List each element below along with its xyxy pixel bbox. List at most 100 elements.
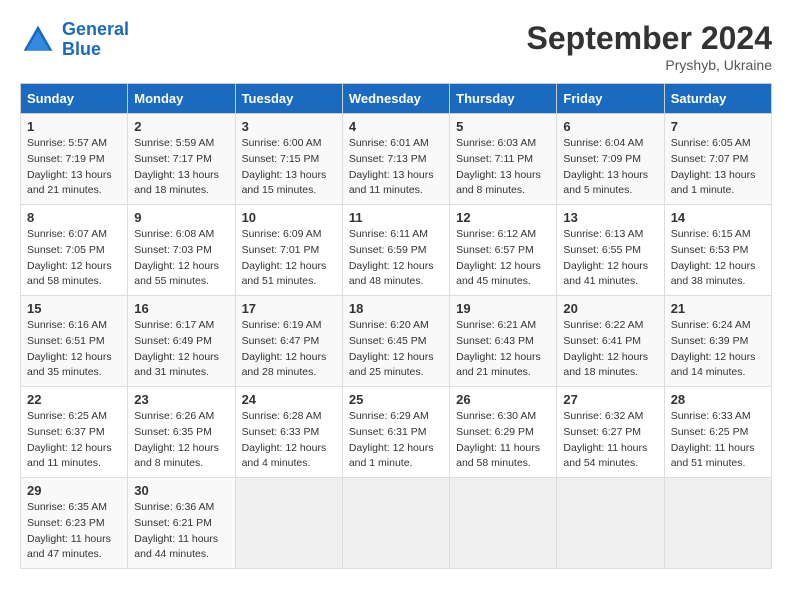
cell-content: Sunrise: 5:57 AMSunset: 7:19 PMDaylight:… bbox=[27, 136, 121, 199]
calendar-cell: 11Sunrise: 6:11 AMSunset: 6:59 PMDayligh… bbox=[342, 205, 449, 296]
day-number: 29 bbox=[27, 483, 121, 498]
logo-line2: Blue bbox=[62, 39, 101, 59]
page-header: General Blue September 2024 Pryshyb, Ukr… bbox=[20, 20, 772, 73]
day-number: 9 bbox=[134, 210, 228, 225]
cell-content: Sunrise: 6:07 AMSunset: 7:05 PMDaylight:… bbox=[27, 227, 121, 290]
cell-content: Sunrise: 6:36 AMSunset: 6:21 PMDaylight:… bbox=[134, 500, 228, 563]
cell-content: Sunrise: 6:12 AMSunset: 6:57 PMDaylight:… bbox=[456, 227, 550, 290]
calendar-cell: 17 Sunrise: 6:19 AMSunset: 6:47 PMDayligh… bbox=[235, 296, 342, 387]
calendar-cell: 19 Sunrise: 6:21 AMSunset: 6:43 PMDayligh… bbox=[450, 296, 557, 387]
calendar-cell: 21 Sunrise: 6:24 AMSunset: 6:39 PMDayligh… bbox=[664, 296, 771, 387]
day-number: 6 bbox=[563, 119, 657, 134]
calendar-cell: 14 Sunrise: 6:15 AMSunset: 6:53 PMDayligh… bbox=[664, 205, 771, 296]
calendar-cell bbox=[342, 478, 449, 569]
calendar-week-5: 29 Sunrise: 6:35 AMSunset: 6:23 PMDayligh… bbox=[21, 478, 772, 569]
calendar-cell: 1 Sunrise: 5:57 AMSunset: 7:19 PMDaylight… bbox=[21, 114, 128, 205]
calendar-cell: 3 Sunrise: 6:00 AMSunset: 7:15 PMDaylight… bbox=[235, 114, 342, 205]
calendar-week-4: 22 Sunrise: 6:25 AMSunset: 6:37 PMDayligh… bbox=[21, 387, 772, 478]
day-number: 1 bbox=[27, 119, 121, 134]
calendar-cell: 2 Sunrise: 5:59 AMSunset: 7:17 PMDaylight… bbox=[128, 114, 235, 205]
day-number: 14 bbox=[671, 210, 765, 225]
cell-content: Sunrise: 6:24 AMSunset: 6:39 PMDaylight:… bbox=[671, 318, 765, 381]
day-number: 26 bbox=[456, 392, 550, 407]
cell-content: Sunrise: 6:30 AMSunset: 6:29 PMDaylight:… bbox=[456, 409, 550, 472]
calendar-cell: 8Sunrise: 6:07 AMSunset: 7:05 PMDaylight… bbox=[21, 205, 128, 296]
cell-content: Sunrise: 6:16 AMSunset: 6:51 PMDaylight:… bbox=[27, 318, 121, 381]
day-header-tuesday: Tuesday bbox=[235, 84, 342, 114]
calendar-cell bbox=[557, 478, 664, 569]
calendar-body: 1 Sunrise: 5:57 AMSunset: 7:19 PMDaylight… bbox=[21, 114, 772, 569]
cell-content: Sunrise: 6:17 AMSunset: 6:49 PMDaylight:… bbox=[134, 318, 228, 381]
calendar-week-2: 8Sunrise: 6:07 AMSunset: 7:05 PMDaylight… bbox=[21, 205, 772, 296]
day-header-wednesday: Wednesday bbox=[342, 84, 449, 114]
cell-content: Sunrise: 6:11 AMSunset: 6:59 PMDaylight:… bbox=[349, 227, 443, 290]
calendar-cell: 28Sunrise: 6:33 AMSunset: 6:25 PMDayligh… bbox=[664, 387, 771, 478]
day-number: 23 bbox=[134, 392, 228, 407]
day-number: 15 bbox=[27, 301, 121, 316]
cell-content: Sunrise: 6:19 AMSunset: 6:47 PMDaylight:… bbox=[242, 318, 336, 381]
day-number: 3 bbox=[242, 119, 336, 134]
cell-content: Sunrise: 6:22 AMSunset: 6:41 PMDaylight:… bbox=[563, 318, 657, 381]
cell-content: Sunrise: 6:15 AMSunset: 6:53 PMDaylight:… bbox=[671, 227, 765, 290]
calendar-header: SundayMondayTuesdayWednesdayThursdayFrid… bbox=[21, 84, 772, 114]
calendar-cell: 20Sunrise: 6:22 AMSunset: 6:41 PMDayligh… bbox=[557, 296, 664, 387]
calendar-cell bbox=[664, 478, 771, 569]
cell-content: Sunrise: 5:59 AMSunset: 7:17 PMDaylight:… bbox=[134, 136, 228, 199]
calendar-cell: 7 Sunrise: 6:05 AMSunset: 7:07 PMDaylight… bbox=[664, 114, 771, 205]
cell-content: Sunrise: 6:09 AMSunset: 7:01 PMDaylight:… bbox=[242, 227, 336, 290]
day-number: 24 bbox=[242, 392, 336, 407]
calendar-cell: 9 Sunrise: 6:08 AMSunset: 7:03 PMDaylight… bbox=[128, 205, 235, 296]
header-row: SundayMondayTuesdayWednesdayThursdayFrid… bbox=[21, 84, 772, 114]
calendar-week-3: 15 Sunrise: 6:16 AMSunset: 6:51 PMDayligh… bbox=[21, 296, 772, 387]
day-number: 18 bbox=[349, 301, 443, 316]
day-number: 25 bbox=[349, 392, 443, 407]
calendar-cell: 25 Sunrise: 6:29 AMSunset: 6:31 PMDayligh… bbox=[342, 387, 449, 478]
cell-content: Sunrise: 6:26 AMSunset: 6:35 PMDaylight:… bbox=[134, 409, 228, 472]
calendar-cell: 29 Sunrise: 6:35 AMSunset: 6:23 PMDayligh… bbox=[21, 478, 128, 569]
calendar-cell: 5 Sunrise: 6:03 AMSunset: 7:11 PMDaylight… bbox=[450, 114, 557, 205]
calendar-cell: 18Sunrise: 6:20 AMSunset: 6:45 PMDayligh… bbox=[342, 296, 449, 387]
logo-icon bbox=[20, 22, 56, 58]
day-number: 4 bbox=[349, 119, 443, 134]
day-number: 21 bbox=[671, 301, 765, 316]
day-number: 12 bbox=[456, 210, 550, 225]
calendar-cell bbox=[235, 478, 342, 569]
calendar-cell: 30Sunrise: 6:36 AMSunset: 6:21 PMDayligh… bbox=[128, 478, 235, 569]
day-number: 17 bbox=[242, 301, 336, 316]
location-subtitle: Pryshyb, Ukraine bbox=[527, 57, 772, 73]
cell-content: Sunrise: 6:28 AMSunset: 6:33 PMDaylight:… bbox=[242, 409, 336, 472]
calendar-cell: 10 Sunrise: 6:09 AMSunset: 7:01 PMDayligh… bbox=[235, 205, 342, 296]
cell-content: Sunrise: 6:00 AMSunset: 7:15 PMDaylight:… bbox=[242, 136, 336, 199]
day-header-friday: Friday bbox=[557, 84, 664, 114]
cell-content: Sunrise: 6:05 AMSunset: 7:07 PMDaylight:… bbox=[671, 136, 765, 199]
cell-content: Sunrise: 6:25 AMSunset: 6:37 PMDaylight:… bbox=[27, 409, 121, 472]
calendar-cell: 12 Sunrise: 6:12 AMSunset: 6:57 PMDayligh… bbox=[450, 205, 557, 296]
calendar-cell: 22 Sunrise: 6:25 AMSunset: 6:37 PMDayligh… bbox=[21, 387, 128, 478]
calendar-cell: 24 Sunrise: 6:28 AMSunset: 6:33 PMDayligh… bbox=[235, 387, 342, 478]
calendar-cell: 4 Sunrise: 6:01 AMSunset: 7:13 PMDaylight… bbox=[342, 114, 449, 205]
calendar-cell: 16Sunrise: 6:17 AMSunset: 6:49 PMDayligh… bbox=[128, 296, 235, 387]
day-header-sunday: Sunday bbox=[21, 84, 128, 114]
title-block: September 2024 Pryshyb, Ukraine bbox=[527, 20, 772, 73]
cell-content: Sunrise: 6:29 AMSunset: 6:31 PMDaylight:… bbox=[349, 409, 443, 472]
day-number: 2 bbox=[134, 119, 228, 134]
cell-content: Sunrise: 6:03 AMSunset: 7:11 PMDaylight:… bbox=[456, 136, 550, 199]
logo-text: General Blue bbox=[62, 20, 129, 60]
logo-line1: General bbox=[62, 19, 129, 39]
cell-content: Sunrise: 6:08 AMSunset: 7:03 PMDaylight:… bbox=[134, 227, 228, 290]
cell-content: Sunrise: 6:35 AMSunset: 6:23 PMDaylight:… bbox=[27, 500, 121, 563]
calendar-cell: 26 Sunrise: 6:30 AMSunset: 6:29 PMDayligh… bbox=[450, 387, 557, 478]
day-number: 27 bbox=[563, 392, 657, 407]
day-number: 7 bbox=[671, 119, 765, 134]
day-number: 19 bbox=[456, 301, 550, 316]
day-number: 10 bbox=[242, 210, 336, 225]
day-number: 28 bbox=[671, 392, 765, 407]
day-number: 5 bbox=[456, 119, 550, 134]
calendar-cell: 6Sunrise: 6:04 AMSunset: 7:09 PMDaylight… bbox=[557, 114, 664, 205]
day-number: 22 bbox=[27, 392, 121, 407]
calendar-cell: 23 Sunrise: 6:26 AMSunset: 6:35 PMDayligh… bbox=[128, 387, 235, 478]
calendar-table: SundayMondayTuesdayWednesdayThursdayFrid… bbox=[20, 83, 772, 569]
calendar-cell bbox=[450, 478, 557, 569]
cell-content: Sunrise: 6:21 AMSunset: 6:43 PMDaylight:… bbox=[456, 318, 550, 381]
cell-content: Sunrise: 6:01 AMSunset: 7:13 PMDaylight:… bbox=[349, 136, 443, 199]
